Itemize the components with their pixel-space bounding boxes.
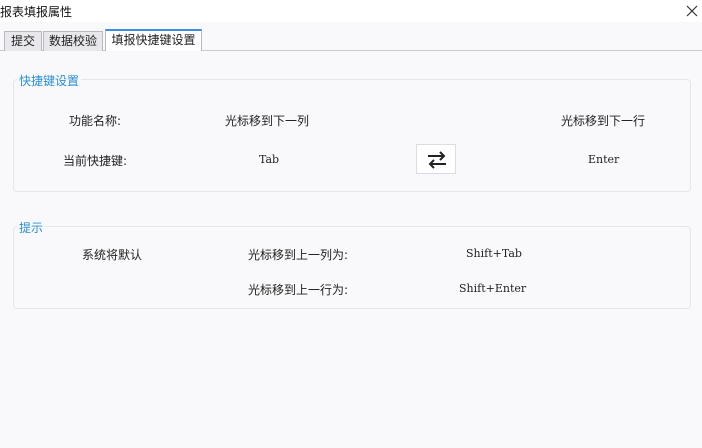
swap-arrows-icon bbox=[428, 151, 446, 169]
hint-legend: 提示 bbox=[17, 219, 46, 236]
window-title: 报表填报属性 bbox=[0, 5, 73, 19]
prev-column-shortcut: Shift+Tab bbox=[466, 247, 522, 260]
function-name-label: 功能名称: bbox=[69, 114, 122, 128]
shortcut-settings-legend: 快捷键设置 bbox=[17, 72, 82, 89]
title-bar: 报表填报属性 bbox=[0, 0, 702, 22]
current-shortcut-label: 当前快捷键: bbox=[63, 154, 128, 168]
prev-row-label: 光标移到上一行为: bbox=[248, 283, 349, 297]
system-default-label: 系统将默认 bbox=[82, 248, 143, 262]
tab-data-validation[interactable]: 数据校验 bbox=[43, 31, 103, 51]
current-column-shortcut: Tab bbox=[259, 153, 280, 166]
prev-column-label: 光标移到上一列为: bbox=[248, 248, 349, 262]
swap-shortcuts-button[interactable] bbox=[416, 144, 456, 174]
hint-group bbox=[13, 226, 691, 309]
shortcut-settings-group bbox=[13, 79, 691, 192]
current-row-shortcut: Enter bbox=[588, 153, 620, 166]
tab-submit[interactable]: 提交 bbox=[4, 31, 42, 51]
function-next-column: 光标移到下一列 bbox=[225, 114, 310, 128]
function-next-row: 光标移到下一行 bbox=[561, 114, 646, 128]
prev-row-shortcut: Shift+Enter bbox=[459, 282, 527, 295]
tab-shortcut-settings[interactable]: 填报快捷键设置 bbox=[105, 29, 202, 51]
close-icon[interactable] bbox=[684, 3, 700, 19]
